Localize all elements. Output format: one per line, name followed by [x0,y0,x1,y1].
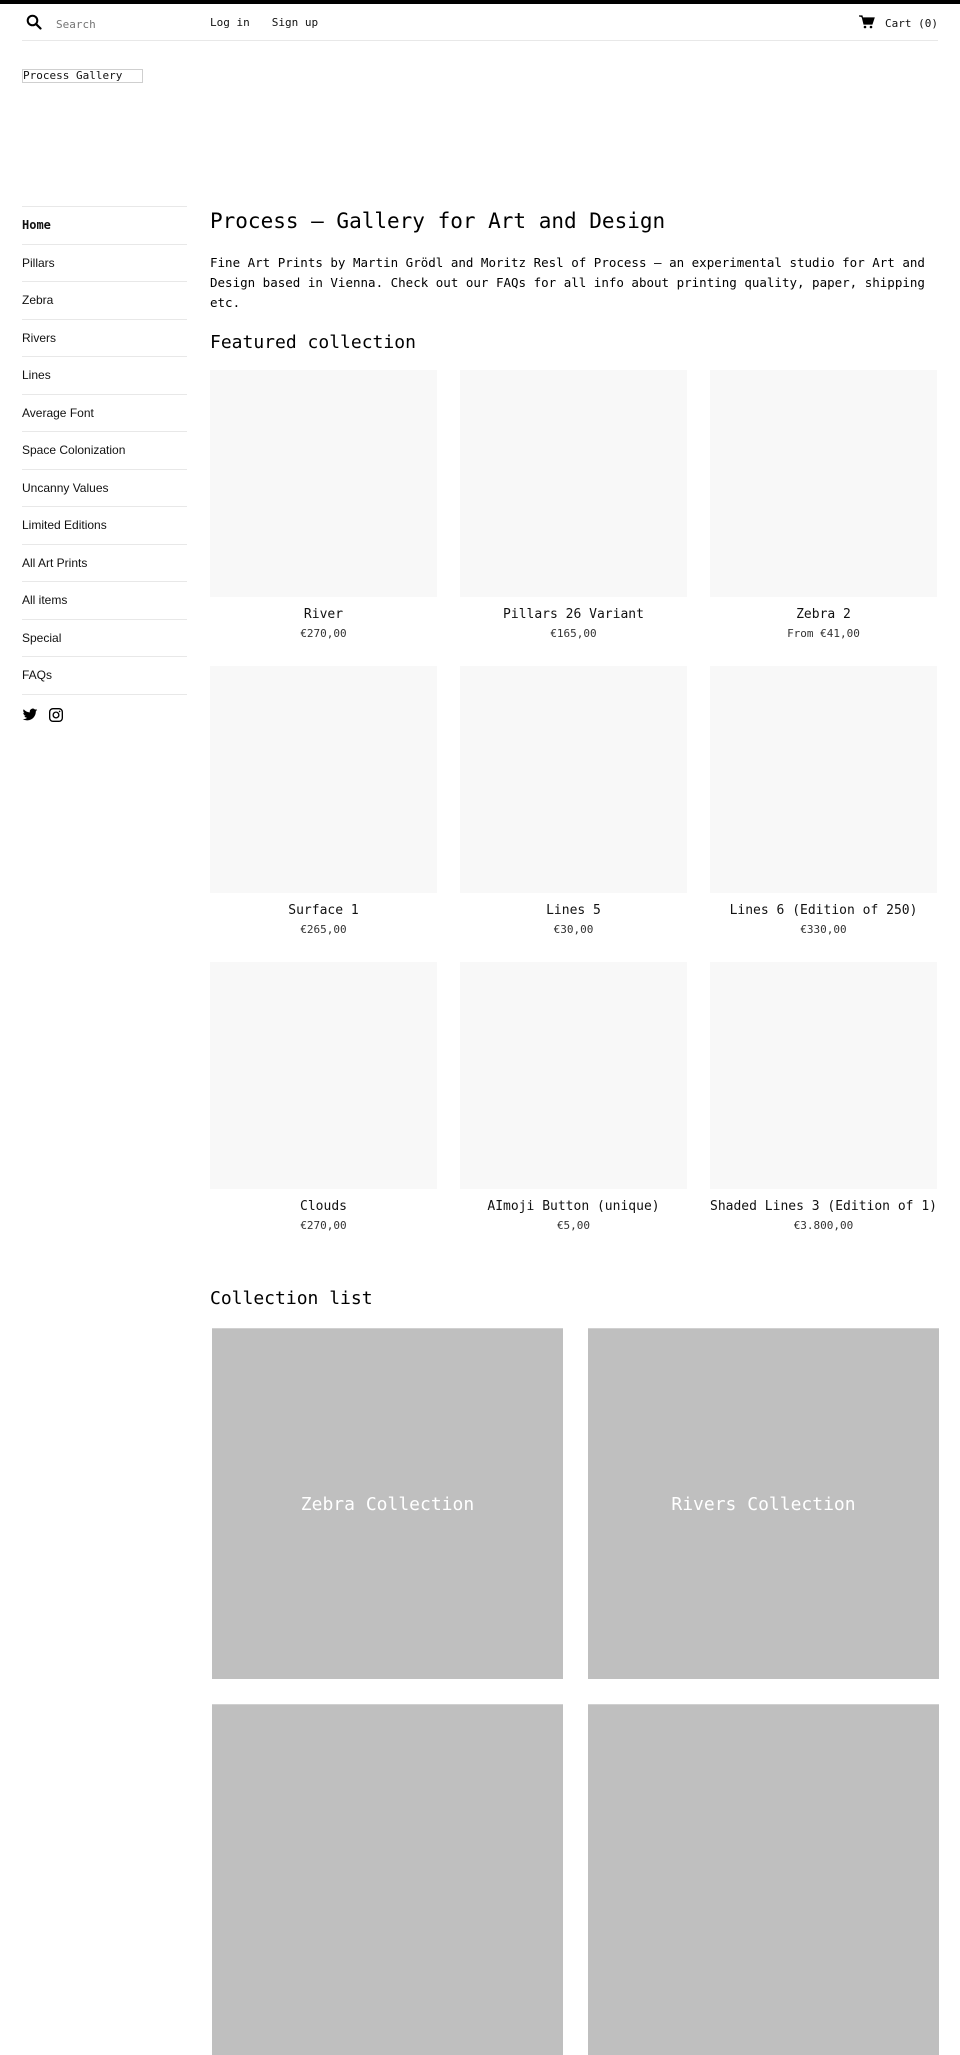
product-card[interactable]: Surface 1 €265,00 [210,666,437,962]
product-image [210,962,437,1189]
product-price: €265,00 [300,923,347,936]
product-title: AImoji Button (unique) [487,1199,660,1214]
product-card[interactable]: River €270,00 [210,370,437,666]
cart-icon [859,15,885,32]
collection-card[interactable] [212,1704,563,2055]
main-content: Process – Gallery for Art and Design Fin… [210,206,939,2055]
cart-link[interactable]: Cart (0) [859,15,938,32]
product-card[interactable]: Clouds €270,00 [210,962,437,1258]
search-input[interactable] [56,17,196,31]
product-image [210,666,437,893]
product-card[interactable]: Pillars 26 Variant €165,00 [460,370,687,666]
product-price: From €41,00 [787,627,860,640]
product-image [710,370,937,597]
collection-card-rivers[interactable]: Rivers Collection [588,1328,939,1679]
product-card[interactable]: Lines 5 €30,00 [460,666,687,962]
product-image [460,666,687,893]
product-title: Lines 6 (Edition of 250) [729,903,918,918]
product-image [710,666,937,893]
product-image [710,962,937,1189]
sidebar-item-lines[interactable]: Lines [22,356,187,394]
signup-link[interactable]: Sign up [272,16,318,29]
collection-list-title: Collection list [210,1288,373,1309]
product-image [460,370,687,597]
instagram-icon[interactable] [48,707,64,727]
collection-card[interactable] [588,1704,939,2055]
product-title: Clouds [300,1199,347,1214]
site-header: Log in Sign up Cart (0) [22,4,938,41]
social-links [22,707,187,727]
product-price: €30,00 [553,923,594,936]
product-image [460,962,687,1189]
sidebar-item-all-items[interactable]: All items [22,581,187,619]
product-title: Pillars 26 Variant [503,607,644,622]
sidebar-item-pillars[interactable]: Pillars [22,243,187,282]
sidebar-item-zebra[interactable]: Zebra [22,281,187,319]
intro-text: Fine Art Prints by Martin Grödl and Mori… [210,255,925,310]
product-price: €270,00 [300,1219,347,1232]
site-logo[interactable]: Process Gallery [22,69,143,83]
collection-grid: Zebra Collection Rivers Collection [212,1328,939,2055]
sidebar-item-limited-editions[interactable]: Limited Editions [22,506,187,544]
product-price: €165,00 [550,627,597,640]
page-title: Process – Gallery for Art and Design [210,209,666,233]
sidebar-item-home[interactable]: Home [22,206,187,244]
sidebar-item-faqs[interactable]: FAQs [22,656,187,694]
product-price: €3.800,00 [793,1219,854,1232]
product-card[interactable]: Lines 6 (Edition of 250) €330,00 [710,666,937,962]
product-card[interactable]: Zebra 2 From €41,00 [710,370,937,666]
collection-card-zebra[interactable]: Zebra Collection [212,1328,563,1679]
logo-container: Process Gallery [22,64,143,83]
sidebar-item-uncanny-values[interactable]: Uncanny Values [22,468,187,507]
sidebar-item-rivers[interactable]: Rivers [22,318,187,357]
collection-label: Zebra Collection [300,1493,475,1515]
sidebar-item-average-font[interactable]: Average Font [22,393,187,432]
sidebar-item-all-art-prints[interactable]: All Art Prints [22,543,187,582]
product-title: River [303,607,344,622]
product-card[interactable]: Shaded Lines 3 (Edition of 1) €3.800,00 [710,962,937,1258]
collection-label: Rivers Collection [671,1493,856,1515]
featured-collection-title: Featured collection [210,332,416,353]
product-image [210,370,437,597]
product-title: Surface 1 [288,903,359,918]
account-links: Log in Sign up [210,16,318,29]
sidebar-item-space-colonization[interactable]: Space Colonization [22,431,187,469]
sidebar-nav: Home Pillars Zebra Rivers Lines Average … [22,206,187,727]
login-link[interactable]: Log in [210,16,250,29]
product-grid: River €270,00 Pillars 26 Variant €165,00… [210,370,937,1258]
cart-label: Cart (0) [885,17,938,30]
product-title: Shaded Lines 3 (Edition of 1) [710,1199,937,1214]
product-price: €330,00 [800,923,847,936]
sidebar-item-special[interactable]: Special [22,618,187,657]
product-title: Lines 5 [546,903,601,918]
product-title: Zebra 2 [796,607,851,622]
product-price: €270,00 [300,627,347,640]
product-card[interactable]: AImoji Button (unique) €5,00 [460,962,687,1258]
search-icon[interactable] [26,14,42,34]
twitter-icon[interactable] [22,707,38,727]
product-price: €5,00 [556,1219,591,1232]
search-form [26,14,196,34]
